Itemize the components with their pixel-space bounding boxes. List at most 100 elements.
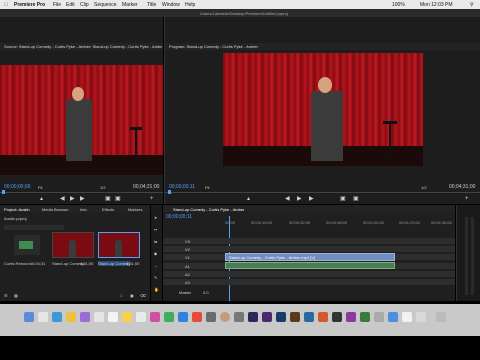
app-dock-icon[interactable] — [206, 312, 216, 322]
program-extract-icon[interactable]: ▣ — [353, 196, 359, 202]
after-effects-dock-icon[interactable] — [262, 312, 272, 322]
app-dock-icon[interactable] — [304, 312, 314, 322]
reminders-dock-icon[interactable] — [136, 312, 146, 322]
selection-tool-icon[interactable]: ➤ — [154, 215, 157, 220]
source-video[interactable] — [0, 65, 163, 175]
menu-search-icon[interactable]: ⚲ — [470, 2, 474, 8]
track-label[interactable]: A1 — [185, 264, 190, 269]
launchpad-dock-icon[interactable] — [38, 312, 48, 322]
program-step-back-icon[interactable]: ◀ — [285, 196, 290, 202]
illustrator-dock-icon[interactable] — [290, 312, 300, 322]
finder-dock-icon[interactable] — [24, 312, 34, 322]
menu-sequence[interactable]: Sequence — [94, 2, 117, 8]
messages-dock-icon[interactable] — [164, 312, 174, 322]
project-search-input[interactable] — [4, 225, 64, 230]
app-dock-icon[interactable] — [94, 312, 104, 322]
source-timecode[interactable]: 00;00;00;00 — [4, 184, 30, 190]
app-dock-icon[interactable] — [374, 312, 384, 322]
audio-clip[interactable] — [225, 262, 395, 269]
photos-dock-icon[interactable] — [150, 312, 160, 322]
menu-clock[interactable]: Mon 12:03 PM — [420, 2, 453, 8]
track-label[interactable]: V2 — [185, 247, 190, 252]
app-dock-icon[interactable] — [318, 312, 328, 322]
slip-tool-icon[interactable]: ↔ — [154, 263, 158, 268]
track-label[interactable]: V1 — [185, 255, 190, 260]
list-view-icon[interactable]: ☰ — [4, 293, 8, 298]
hand-tool-icon[interactable]: ✋ — [154, 287, 159, 292]
program-add-button-icon[interactable]: + — [465, 196, 469, 202]
menu-clip[interactable]: Clip — [80, 2, 89, 8]
program-step-fwd-icon[interactable]: ▶ — [309, 196, 314, 202]
program-play-icon[interactable]: ▶ — [297, 196, 302, 202]
notes-dock-icon[interactable] — [122, 312, 132, 322]
app-dock-icon[interactable] — [346, 312, 356, 322]
source-playhead[interactable] — [2, 190, 5, 194]
project-item-thumb[interactable] — [52, 232, 94, 258]
video-clip[interactable]: Stand-up Comedy - Curtis Pyke - Amber.mp… — [225, 253, 395, 261]
source-insert-icon[interactable]: ▣ — [105, 196, 111, 202]
trash-icon[interactable]: ⌫ — [140, 293, 146, 298]
track-label[interactable]: A3 — [185, 280, 190, 285]
downloads-dock-icon[interactable] — [416, 312, 426, 322]
menu-file[interactable]: File — [53, 2, 61, 8]
safari-dock-icon[interactable] — [52, 312, 62, 322]
contact-dock-icon[interactable] — [220, 312, 230, 322]
program-timecode[interactable]: 00;00;00;11 — [169, 184, 195, 190]
ripple-edit-tool-icon[interactable]: ⇆ — [154, 239, 157, 244]
track-label[interactable]: V3 — [185, 239, 190, 244]
pen-tool-icon[interactable]: ✎ — [154, 275, 157, 280]
timeline-timecode[interactable]: 00;00;00;11 — [166, 214, 192, 220]
new-bin-icon[interactable]: □ — [120, 293, 122, 298]
new-item-icon[interactable]: ▣ — [130, 293, 134, 298]
source-add-button-icon[interactable]: + — [150, 196, 154, 202]
menu-help[interactable]: Help — [185, 2, 195, 8]
program-video[interactable] — [223, 53, 423, 166]
menu-marker[interactable]: Marker — [122, 2, 138, 8]
app-dock-icon[interactable] — [178, 312, 188, 322]
icon-view-icon[interactable]: ▦ — [14, 293, 18, 298]
master-track-volume[interactable]: 0.0 — [203, 290, 209, 295]
track-label[interactable]: A2 — [185, 272, 190, 277]
project-item-thumb[interactable] — [98, 232, 140, 258]
timeline-sequence-tab[interactable]: Stand-up Comedy - Curtis Pyke - Amber — [173, 207, 244, 212]
source-step-fwd-icon[interactable]: ▶ — [80, 196, 85, 202]
chrome-dock-icon[interactable] — [66, 312, 76, 322]
program-playhead[interactable] — [168, 190, 171, 194]
program-mark-in-icon[interactable]: ▴ — [247, 196, 250, 202]
program-lift-icon[interactable]: ▣ — [340, 196, 346, 202]
tab-markers[interactable]: Markers — [128, 207, 142, 212]
app-dock-icon[interactable] — [360, 312, 370, 322]
source-overwrite-icon[interactable]: ▣ — [115, 196, 121, 202]
menu-app-name[interactable]: Premiere Pro — [14, 2, 45, 8]
tab-info[interactable]: Info — [80, 207, 87, 212]
program-scrub-bar[interactable] — [165, 192, 480, 193]
tab-media-browser[interactable]: Media Browser — [42, 207, 69, 212]
app-dock-icon[interactable] — [80, 312, 90, 322]
program-monitor-title[interactable]: Program: Stand-up Comedy - Curtis Pyke -… — [169, 44, 258, 49]
program-resolution[interactable]: 1/2 — [421, 185, 427, 190]
tab-project[interactable]: Project: Austin — [4, 207, 30, 212]
calendar-dock-icon[interactable] — [108, 312, 118, 322]
project-item-thumb[interactable] — [14, 235, 40, 255]
menu-edit[interactable]: Edit — [66, 2, 75, 8]
app-dock-icon[interactable] — [402, 312, 412, 322]
apple-icon[interactable]:  — [4, 2, 8, 8]
source-resolution[interactable]: 1/2 — [100, 185, 106, 190]
source-step-back-icon[interactable]: ◀ — [60, 196, 65, 202]
photoshop-dock-icon[interactable] — [276, 312, 286, 322]
track-select-tool-icon[interactable]: ↦ — [154, 227, 157, 232]
tab-effects[interactable]: Effects — [102, 207, 114, 212]
source-monitor-title[interactable]: Source: Stand-up Comedy - Curtis Pyke - … — [4, 44, 162, 49]
battery-status[interactable]: 100% — [392, 2, 405, 8]
source-mark-in-icon[interactable]: ▴ — [40, 196, 43, 202]
system-preferences-dock-icon[interactable] — [234, 312, 244, 322]
menu-title[interactable]: Title — [147, 2, 156, 8]
terminal-dock-icon[interactable] — [332, 312, 342, 322]
source-play-icon[interactable]: ▶ — [70, 196, 75, 202]
menu-window[interactable]: Window — [162, 2, 180, 8]
source-fit-select[interactable]: Fit — [38, 185, 42, 190]
app-dock-icon[interactable] — [388, 312, 398, 322]
source-scrub-bar[interactable] — [0, 192, 163, 193]
premiere-dock-icon[interactable] — [248, 312, 258, 322]
program-fit-select[interactable]: Fit — [205, 185, 209, 190]
